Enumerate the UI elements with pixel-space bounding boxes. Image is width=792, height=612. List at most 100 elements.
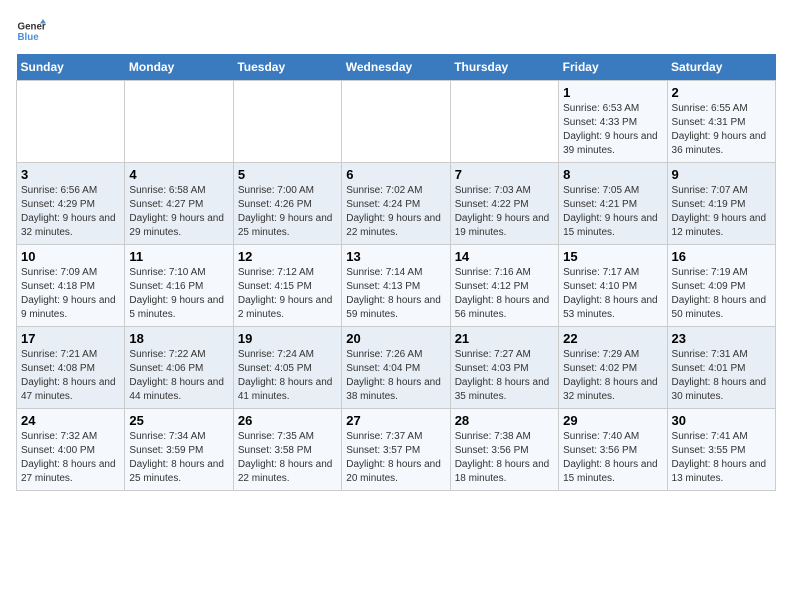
calendar-cell: 11 Sunrise: 7:10 AM Sunset: 4:16 PM Dayli… — [125, 245, 233, 327]
day-info: Sunrise: 7:09 AM Sunset: 4:18 PM Dayligh… — [21, 266, 120, 322]
calendar-cell: 6 Sunrise: 7:02 AM Sunset: 4:24 PM Daylig… — [342, 163, 450, 245]
day-info: Sunrise: 6:55 AM Sunset: 4:31 PM Dayligh… — [672, 102, 771, 158]
day-number: 25 — [129, 413, 228, 428]
calendar-week-row: 3Sunrise: 6:56 AM Sunset: 4:29 PM Daylig… — [17, 163, 776, 245]
column-header-saturday: Saturday — [667, 54, 775, 81]
calendar-header-row: SundayMondayTuesdayWednesdayThursdayFrid… — [17, 54, 776, 81]
calendar-cell: 20 Sunrise: 7:26 AM Sunset: 4:04 PM Dayli… — [342, 327, 450, 409]
calendar-cell: 15 Sunrise: 7:17 AM Sunset: 4:10 PM Dayli… — [559, 245, 667, 327]
calendar-cell: 5Sunrise: 7:00 AM Sunset: 4:26 PM Daylig… — [233, 163, 341, 245]
day-number: 19 — [238, 331, 337, 346]
calendar-cell: 1Sunrise: 6:53 AM Sunset: 4:33 PM Daylig… — [559, 81, 667, 163]
day-info: Sunrise: 7:17 AM Sunset: 4:10 PM Dayligh… — [563, 266, 662, 322]
calendar-cell — [342, 81, 450, 163]
day-info: Sunrise: 7:05 AM Sunset: 4:21 PM Dayligh… — [563, 184, 662, 240]
calendar-cell: 7 Sunrise: 7:03 AM Sunset: 4:22 PM Daylig… — [450, 163, 558, 245]
page-header: General Blue — [16, 16, 776, 46]
day-info: Sunrise: 7:14 AM Sunset: 4:13 PM Dayligh… — [346, 266, 445, 322]
logo: General Blue — [16, 16, 50, 46]
calendar-cell: 9 Sunrise: 7:07 AM Sunset: 4:19 PM Daylig… — [667, 163, 775, 245]
calendar-cell: 18Sunrise: 7:22 AM Sunset: 4:06 PM Dayli… — [125, 327, 233, 409]
day-number: 5 — [238, 167, 337, 182]
calendar-cell: 17 Sunrise: 7:21 AM Sunset: 4:08 PM Dayli… — [17, 327, 125, 409]
calendar-cell: 14 Sunrise: 7:16 AM Sunset: 4:12 PM Dayli… — [450, 245, 558, 327]
column-header-wednesday: Wednesday — [342, 54, 450, 81]
day-info: Sunrise: 7:03 AM Sunset: 4:22 PM Dayligh… — [455, 184, 554, 240]
calendar-cell: 16Sunrise: 7:19 AM Sunset: 4:09 PM Dayli… — [667, 245, 775, 327]
calendar-table: SundayMondayTuesdayWednesdayThursdayFrid… — [16, 54, 776, 491]
column-header-thursday: Thursday — [450, 54, 558, 81]
calendar-cell: 30Sunrise: 7:41 AM Sunset: 3:55 PM Dayli… — [667, 409, 775, 491]
calendar-cell — [450, 81, 558, 163]
day-number: 20 — [346, 331, 445, 346]
day-number: 27 — [346, 413, 445, 428]
day-number: 1 — [563, 85, 662, 100]
day-number: 15 — [563, 249, 662, 264]
calendar-cell: 2 Sunrise: 6:55 AM Sunset: 4:31 PM Daylig… — [667, 81, 775, 163]
calendar-cell: 24 Sunrise: 7:32 AM Sunset: 4:00 PM Dayli… — [17, 409, 125, 491]
column-header-friday: Friday — [559, 54, 667, 81]
day-number: 7 — [455, 167, 554, 182]
calendar-cell: 25Sunrise: 7:34 AM Sunset: 3:59 PM Dayli… — [125, 409, 233, 491]
calendar-cell: 19Sunrise: 7:24 AM Sunset: 4:05 PM Dayli… — [233, 327, 341, 409]
calendar-cell: 22Sunrise: 7:29 AM Sunset: 4:02 PM Dayli… — [559, 327, 667, 409]
calendar-cell: 28 Sunrise: 7:38 AM Sunset: 3:56 PM Dayli… — [450, 409, 558, 491]
day-number: 2 — [672, 85, 771, 100]
calendar-week-row: 17 Sunrise: 7:21 AM Sunset: 4:08 PM Dayli… — [17, 327, 776, 409]
calendar-body: 1Sunrise: 6:53 AM Sunset: 4:33 PM Daylig… — [17, 81, 776, 491]
day-info: Sunrise: 7:41 AM Sunset: 3:55 PM Dayligh… — [672, 430, 771, 486]
day-info: Sunrise: 6:58 AM Sunset: 4:27 PM Dayligh… — [129, 184, 228, 240]
day-number: 21 — [455, 331, 554, 346]
day-number: 22 — [563, 331, 662, 346]
day-info: Sunrise: 7:31 AM Sunset: 4:01 PM Dayligh… — [672, 348, 771, 404]
column-header-sunday: Sunday — [17, 54, 125, 81]
day-number: 29 — [563, 413, 662, 428]
day-number: 9 — [672, 167, 771, 182]
calendar-cell: 26Sunrise: 7:35 AM Sunset: 3:58 PM Dayli… — [233, 409, 341, 491]
calendar-week-row: 10 Sunrise: 7:09 AM Sunset: 4:18 PM Dayli… — [17, 245, 776, 327]
day-info: Sunrise: 7:10 AM Sunset: 4:16 PM Dayligh… — [129, 266, 228, 322]
day-info: Sunrise: 7:26 AM Sunset: 4:04 PM Dayligh… — [346, 348, 445, 404]
day-number: 11 — [129, 249, 228, 264]
day-info: Sunrise: 7:22 AM Sunset: 4:06 PM Dayligh… — [129, 348, 228, 404]
calendar-cell — [17, 81, 125, 163]
calendar-cell: 3Sunrise: 6:56 AM Sunset: 4:29 PM Daylig… — [17, 163, 125, 245]
calendar-cell: 12 Sunrise: 7:12 AM Sunset: 4:15 PM Dayli… — [233, 245, 341, 327]
day-number: 23 — [672, 331, 771, 346]
day-number: 6 — [346, 167, 445, 182]
day-info: Sunrise: 7:37 AM Sunset: 3:57 PM Dayligh… — [346, 430, 445, 486]
calendar-week-row: 24 Sunrise: 7:32 AM Sunset: 4:00 PM Dayli… — [17, 409, 776, 491]
day-number: 26 — [238, 413, 337, 428]
calendar-week-row: 1Sunrise: 6:53 AM Sunset: 4:33 PM Daylig… — [17, 81, 776, 163]
day-info: Sunrise: 7:07 AM Sunset: 4:19 PM Dayligh… — [672, 184, 771, 240]
day-number: 24 — [21, 413, 120, 428]
calendar-cell: 21 Sunrise: 7:27 AM Sunset: 4:03 PM Dayli… — [450, 327, 558, 409]
column-header-tuesday: Tuesday — [233, 54, 341, 81]
day-info: Sunrise: 7:12 AM Sunset: 4:15 PM Dayligh… — [238, 266, 337, 322]
day-number: 3 — [21, 167, 120, 182]
day-number: 4 — [129, 167, 228, 182]
day-info: Sunrise: 7:16 AM Sunset: 4:12 PM Dayligh… — [455, 266, 554, 322]
day-number: 8 — [563, 167, 662, 182]
day-info: Sunrise: 7:21 AM Sunset: 4:08 PM Dayligh… — [21, 348, 120, 404]
calendar-cell: 23 Sunrise: 7:31 AM Sunset: 4:01 PM Dayli… — [667, 327, 775, 409]
calendar-cell: 10 Sunrise: 7:09 AM Sunset: 4:18 PM Dayli… — [17, 245, 125, 327]
day-number: 17 — [21, 331, 120, 346]
day-number: 14 — [455, 249, 554, 264]
calendar-cell: 8 Sunrise: 7:05 AM Sunset: 4:21 PM Daylig… — [559, 163, 667, 245]
day-number: 28 — [455, 413, 554, 428]
day-number: 16 — [672, 249, 771, 264]
day-info: Sunrise: 7:32 AM Sunset: 4:00 PM Dayligh… — [21, 430, 120, 486]
calendar-cell: 13 Sunrise: 7:14 AM Sunset: 4:13 PM Dayli… — [342, 245, 450, 327]
day-info: Sunrise: 7:02 AM Sunset: 4:24 PM Dayligh… — [346, 184, 445, 240]
day-info: Sunrise: 7:27 AM Sunset: 4:03 PM Dayligh… — [455, 348, 554, 404]
logo-icon: General Blue — [16, 16, 46, 46]
day-info: Sunrise: 7:40 AM Sunset: 3:56 PM Dayligh… — [563, 430, 662, 486]
calendar-cell: 29 Sunrise: 7:40 AM Sunset: 3:56 PM Dayli… — [559, 409, 667, 491]
day-info: Sunrise: 7:38 AM Sunset: 3:56 PM Dayligh… — [455, 430, 554, 486]
day-number: 10 — [21, 249, 120, 264]
calendar-cell — [233, 81, 341, 163]
day-number: 13 — [346, 249, 445, 264]
day-number: 12 — [238, 249, 337, 264]
calendar-cell: 27 Sunrise: 7:37 AM Sunset: 3:57 PM Dayli… — [342, 409, 450, 491]
